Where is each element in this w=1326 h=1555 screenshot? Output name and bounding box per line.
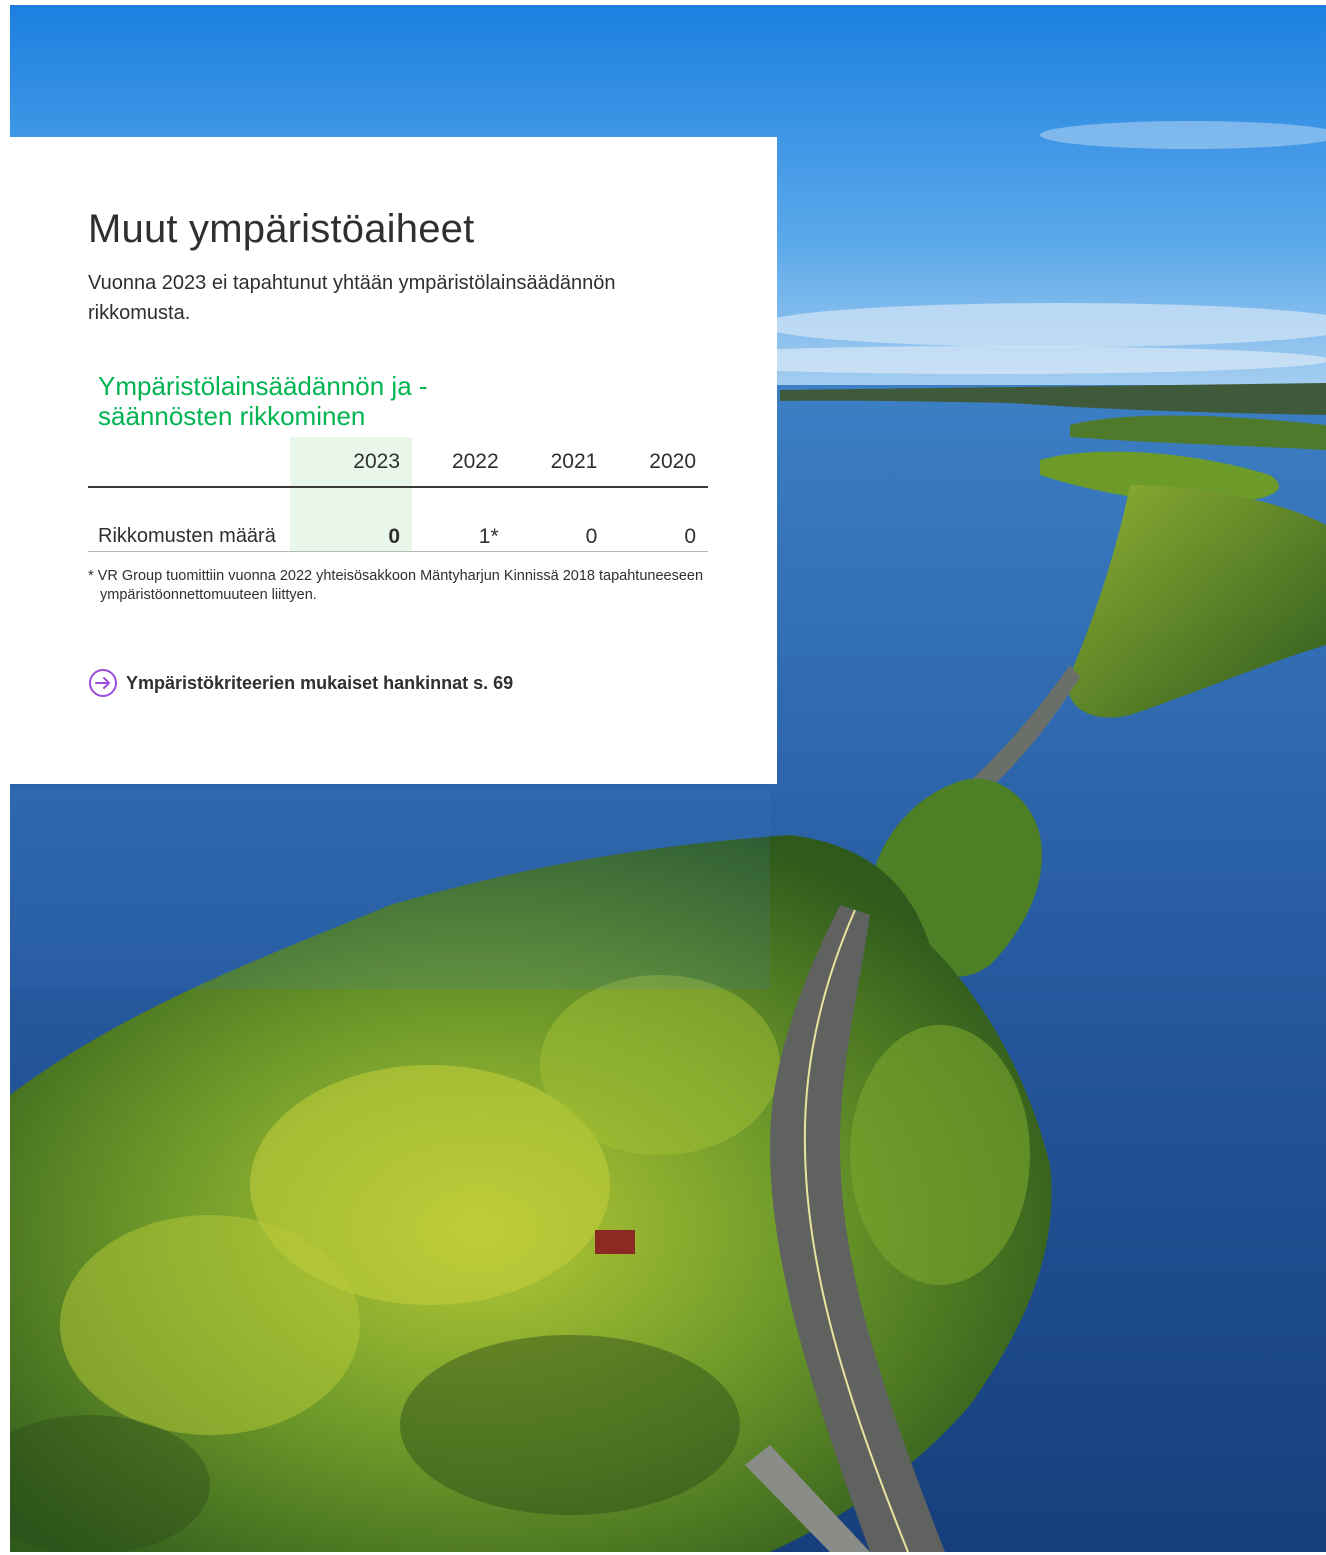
section-intro: Vuonna 2023 ei tapahtunut yhtään ympäris… [88,272,616,324]
table-header-row: 2023 2022 2021 2020 [88,437,708,488]
section-title: Muut ympäristöaiheet [88,207,475,251]
table-row: Rikkomusten määrä 0 1* 0 0 [88,487,708,552]
table-cell: 0 [510,487,610,552]
row-label: Rikkomusten määrä [88,487,290,552]
table-cell: 1* [412,487,511,552]
violations-table: 2023 2022 2021 2020 Rikkomusten määrä 0 … [88,437,708,552]
header-year: 2023 [290,437,412,488]
content-card: Muut ympäristöaiheet Vuonna 2023 ei tapa… [10,137,777,784]
table-cell: 0 [290,487,412,552]
table-footnote: * VR Group tuomittiin vuonna 2022 yhteis… [88,568,704,603]
header-label-cell [88,437,290,488]
procurement-page-link[interactable]: Ympäristökriteerien mukaiset hankinnat s… [88,668,513,698]
table-title: Ympäristölainsäädännön ja -säännösten ri… [98,371,428,431]
arrow-right-circle-icon [88,668,118,698]
table-cell: 0 [609,487,708,552]
header-year: 2020 [609,437,708,488]
link-label: Ympäristökriteerien mukaiset hankinnat s… [126,672,514,693]
header-year: 2021 [510,437,610,488]
header-year: 2022 [412,437,511,488]
